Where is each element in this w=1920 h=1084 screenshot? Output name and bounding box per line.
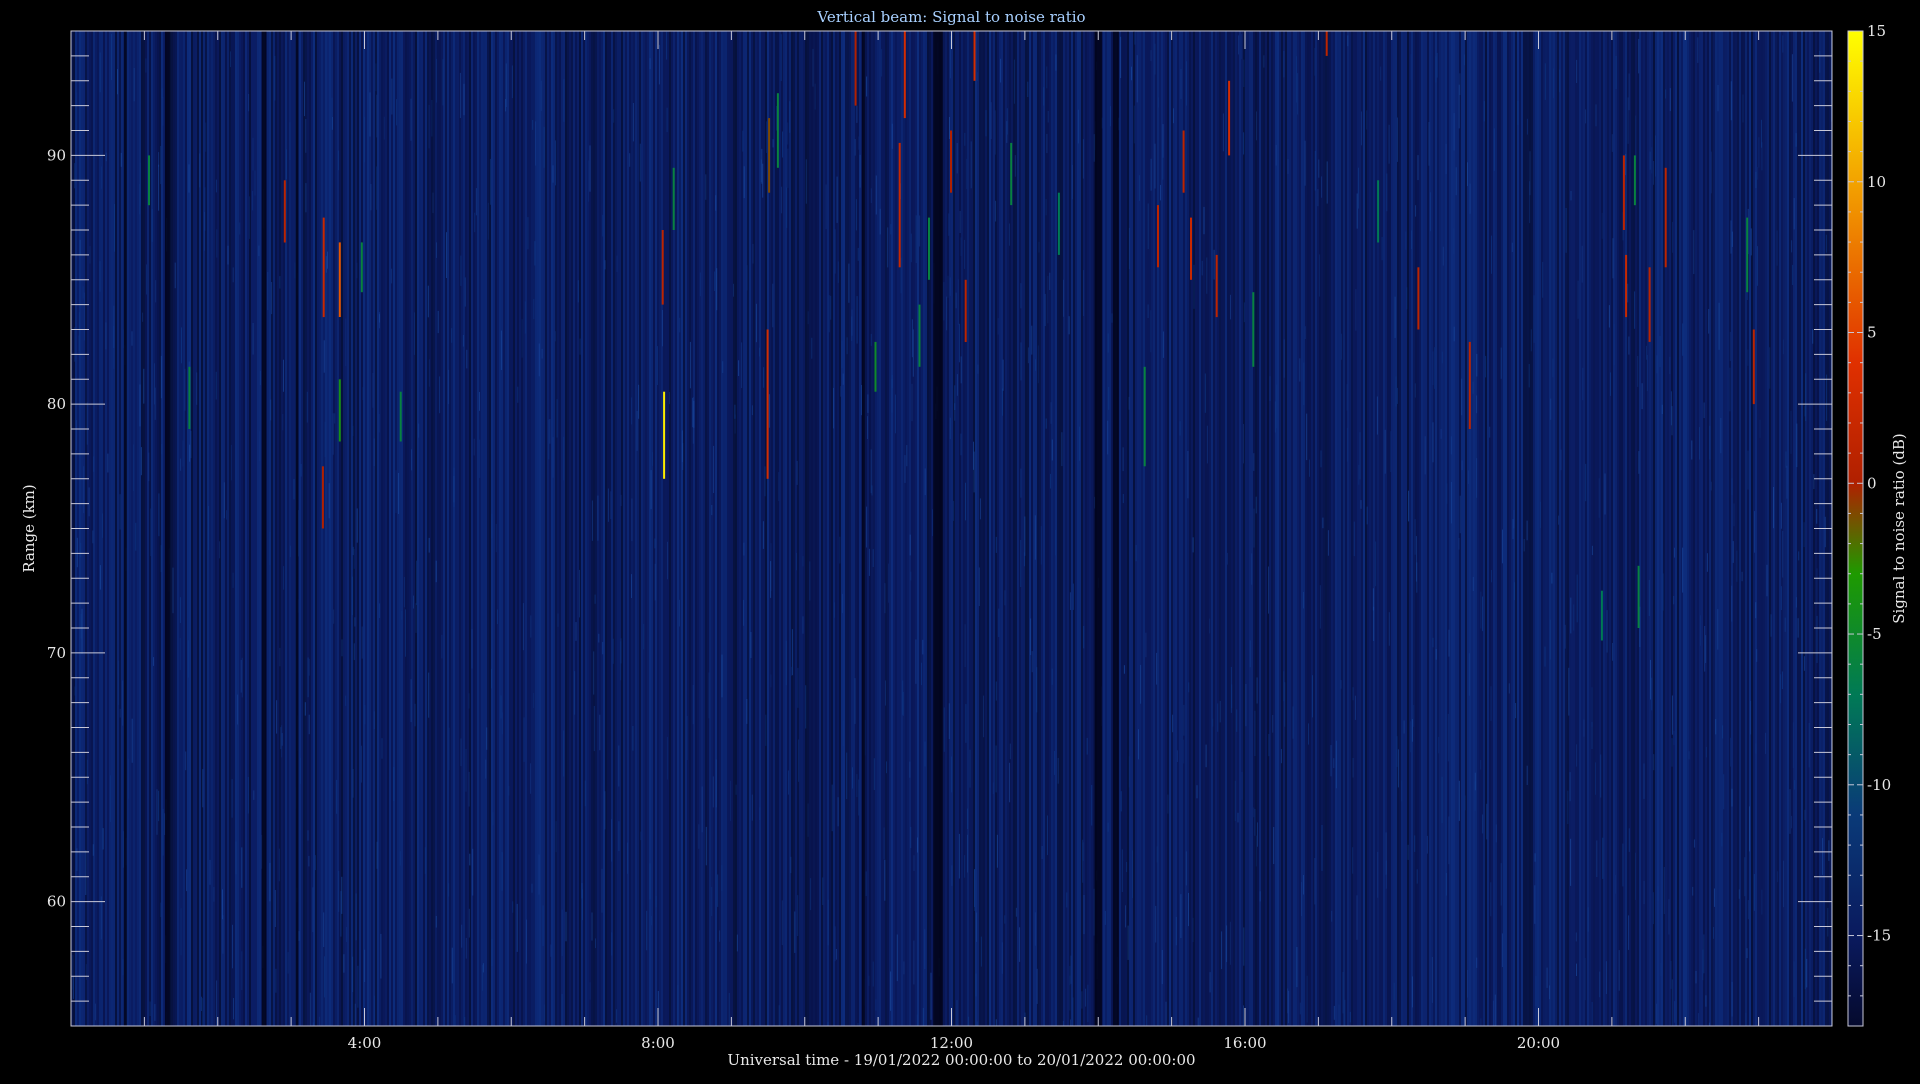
x-tick-label: 16:00 — [1223, 1034, 1266, 1052]
data-gap — [861, 31, 865, 1026]
echo-mark — [1182, 130, 1185, 193]
colorbar-tick-labels: 15 10 5 0 -5 -10 -15 — [1867, 22, 1891, 945]
echo-mark — [1417, 267, 1420, 330]
heatmap-plot — [70, 30, 1833, 1027]
echo-mark — [1157, 205, 1159, 268]
echo-mark — [928, 217, 930, 280]
x-tick-labels: 4:00 8:00 12:00 16:00 20:00 — [348, 1034, 1560, 1052]
echo-mark — [1752, 329, 1755, 405]
echo-mark — [1252, 292, 1255, 367]
echo-mark — [1664, 167, 1667, 268]
data-gap — [933, 31, 943, 1026]
data-gap — [1112, 31, 1119, 1026]
echo-mark — [188, 366, 191, 429]
echo-mark — [1633, 155, 1636, 206]
echo-mark — [672, 167, 675, 230]
x-tick-label: 8:00 — [641, 1034, 675, 1052]
echo-mark — [283, 180, 286, 243]
echo-mark — [1625, 254, 1628, 318]
echo-mark — [1637, 565, 1640, 628]
echo-mark — [964, 279, 967, 342]
colorbar-tick-label: -15 — [1867, 927, 1891, 945]
echo-mark — [766, 329, 769, 479]
data-gap — [295, 31, 299, 1026]
echo-mark — [854, 31, 857, 106]
echo-mark — [322, 217, 325, 318]
echo-mark — [321, 466, 324, 529]
echo-mark — [663, 391, 666, 479]
colorbar-tick-label: -5 — [1867, 625, 1882, 643]
snr-chart: Vertical beam: Signal to noise ratio 4:0… — [0, 0, 1920, 1080]
echo-mark — [1228, 80, 1231, 156]
data-gap — [123, 31, 127, 1026]
x-tick-label: 20:00 — [1517, 1034, 1560, 1052]
echo-mark — [661, 230, 664, 305]
echo-mark — [903, 31, 906, 119]
echo-mark — [1057, 192, 1060, 255]
colorbar-label: Signal to noise ratio (dB) — [1890, 433, 1908, 624]
colorbar-tick-label: 15 — [1867, 22, 1886, 40]
x-axis-label: Universal time - 19/01/2022 00:00:00 to … — [727, 1051, 1195, 1069]
colorbar-gradient — [1848, 31, 1863, 1026]
chart-title: Vertical beam: Signal to noise ratio — [816, 8, 1085, 26]
data-gap — [261, 31, 267, 1026]
colorbar: 15 10 5 0 -5 -10 -15 Signal to noise ratio (dB… — [1847, 22, 1908, 1027]
y-tick-label: 60 — [47, 893, 66, 911]
echo-mark — [1377, 180, 1380, 243]
colorbar-tick-label: 5 — [1867, 324, 1877, 342]
colorbar-tick-label: -10 — [1867, 776, 1891, 794]
echo-mark — [898, 142, 901, 268]
echo-mark — [776, 93, 779, 168]
echo-mark — [338, 242, 341, 317]
y-tick-label: 90 — [47, 146, 66, 164]
y-tick-label: 80 — [47, 395, 66, 413]
y-axis-label: Range (km) — [20, 484, 38, 573]
echo-mark — [950, 130, 952, 193]
data-gap — [1094, 31, 1102, 1026]
echo-mark — [148, 155, 150, 206]
x-tick-label: 12:00 — [930, 1034, 973, 1052]
echo-mark — [1622, 155, 1625, 230]
data-gap — [164, 31, 171, 1026]
echo-mark — [1143, 366, 1146, 467]
x-tick-label: 4:00 — [348, 1034, 382, 1052]
echo-mark — [973, 31, 976, 81]
chart-svg: Vertical beam: Signal to noise ratio 4:0… — [20, 8, 1908, 1069]
echo-mark — [1648, 267, 1651, 342]
y-tick-label: 70 — [47, 644, 66, 662]
echo-mark — [1468, 341, 1471, 429]
echo-mark — [338, 379, 341, 442]
echo-mark — [360, 242, 363, 293]
echo-mark — [1190, 217, 1192, 280]
y-tick-labels: 60 70 80 90 — [47, 146, 66, 910]
echo-mark — [399, 391, 402, 442]
echo-mark — [1600, 590, 1603, 641]
echo-mark — [1010, 142, 1013, 206]
echo-mark — [1215, 254, 1218, 318]
echo-mark — [768, 118, 771, 193]
echo-mark — [918, 304, 921, 367]
echo-mark — [1746, 217, 1749, 293]
colorbar-tick-label: 10 — [1867, 173, 1886, 191]
colorbar-tick-label: 0 — [1867, 474, 1877, 492]
echo-mark — [1325, 31, 1328, 56]
echo-mark — [874, 341, 877, 392]
